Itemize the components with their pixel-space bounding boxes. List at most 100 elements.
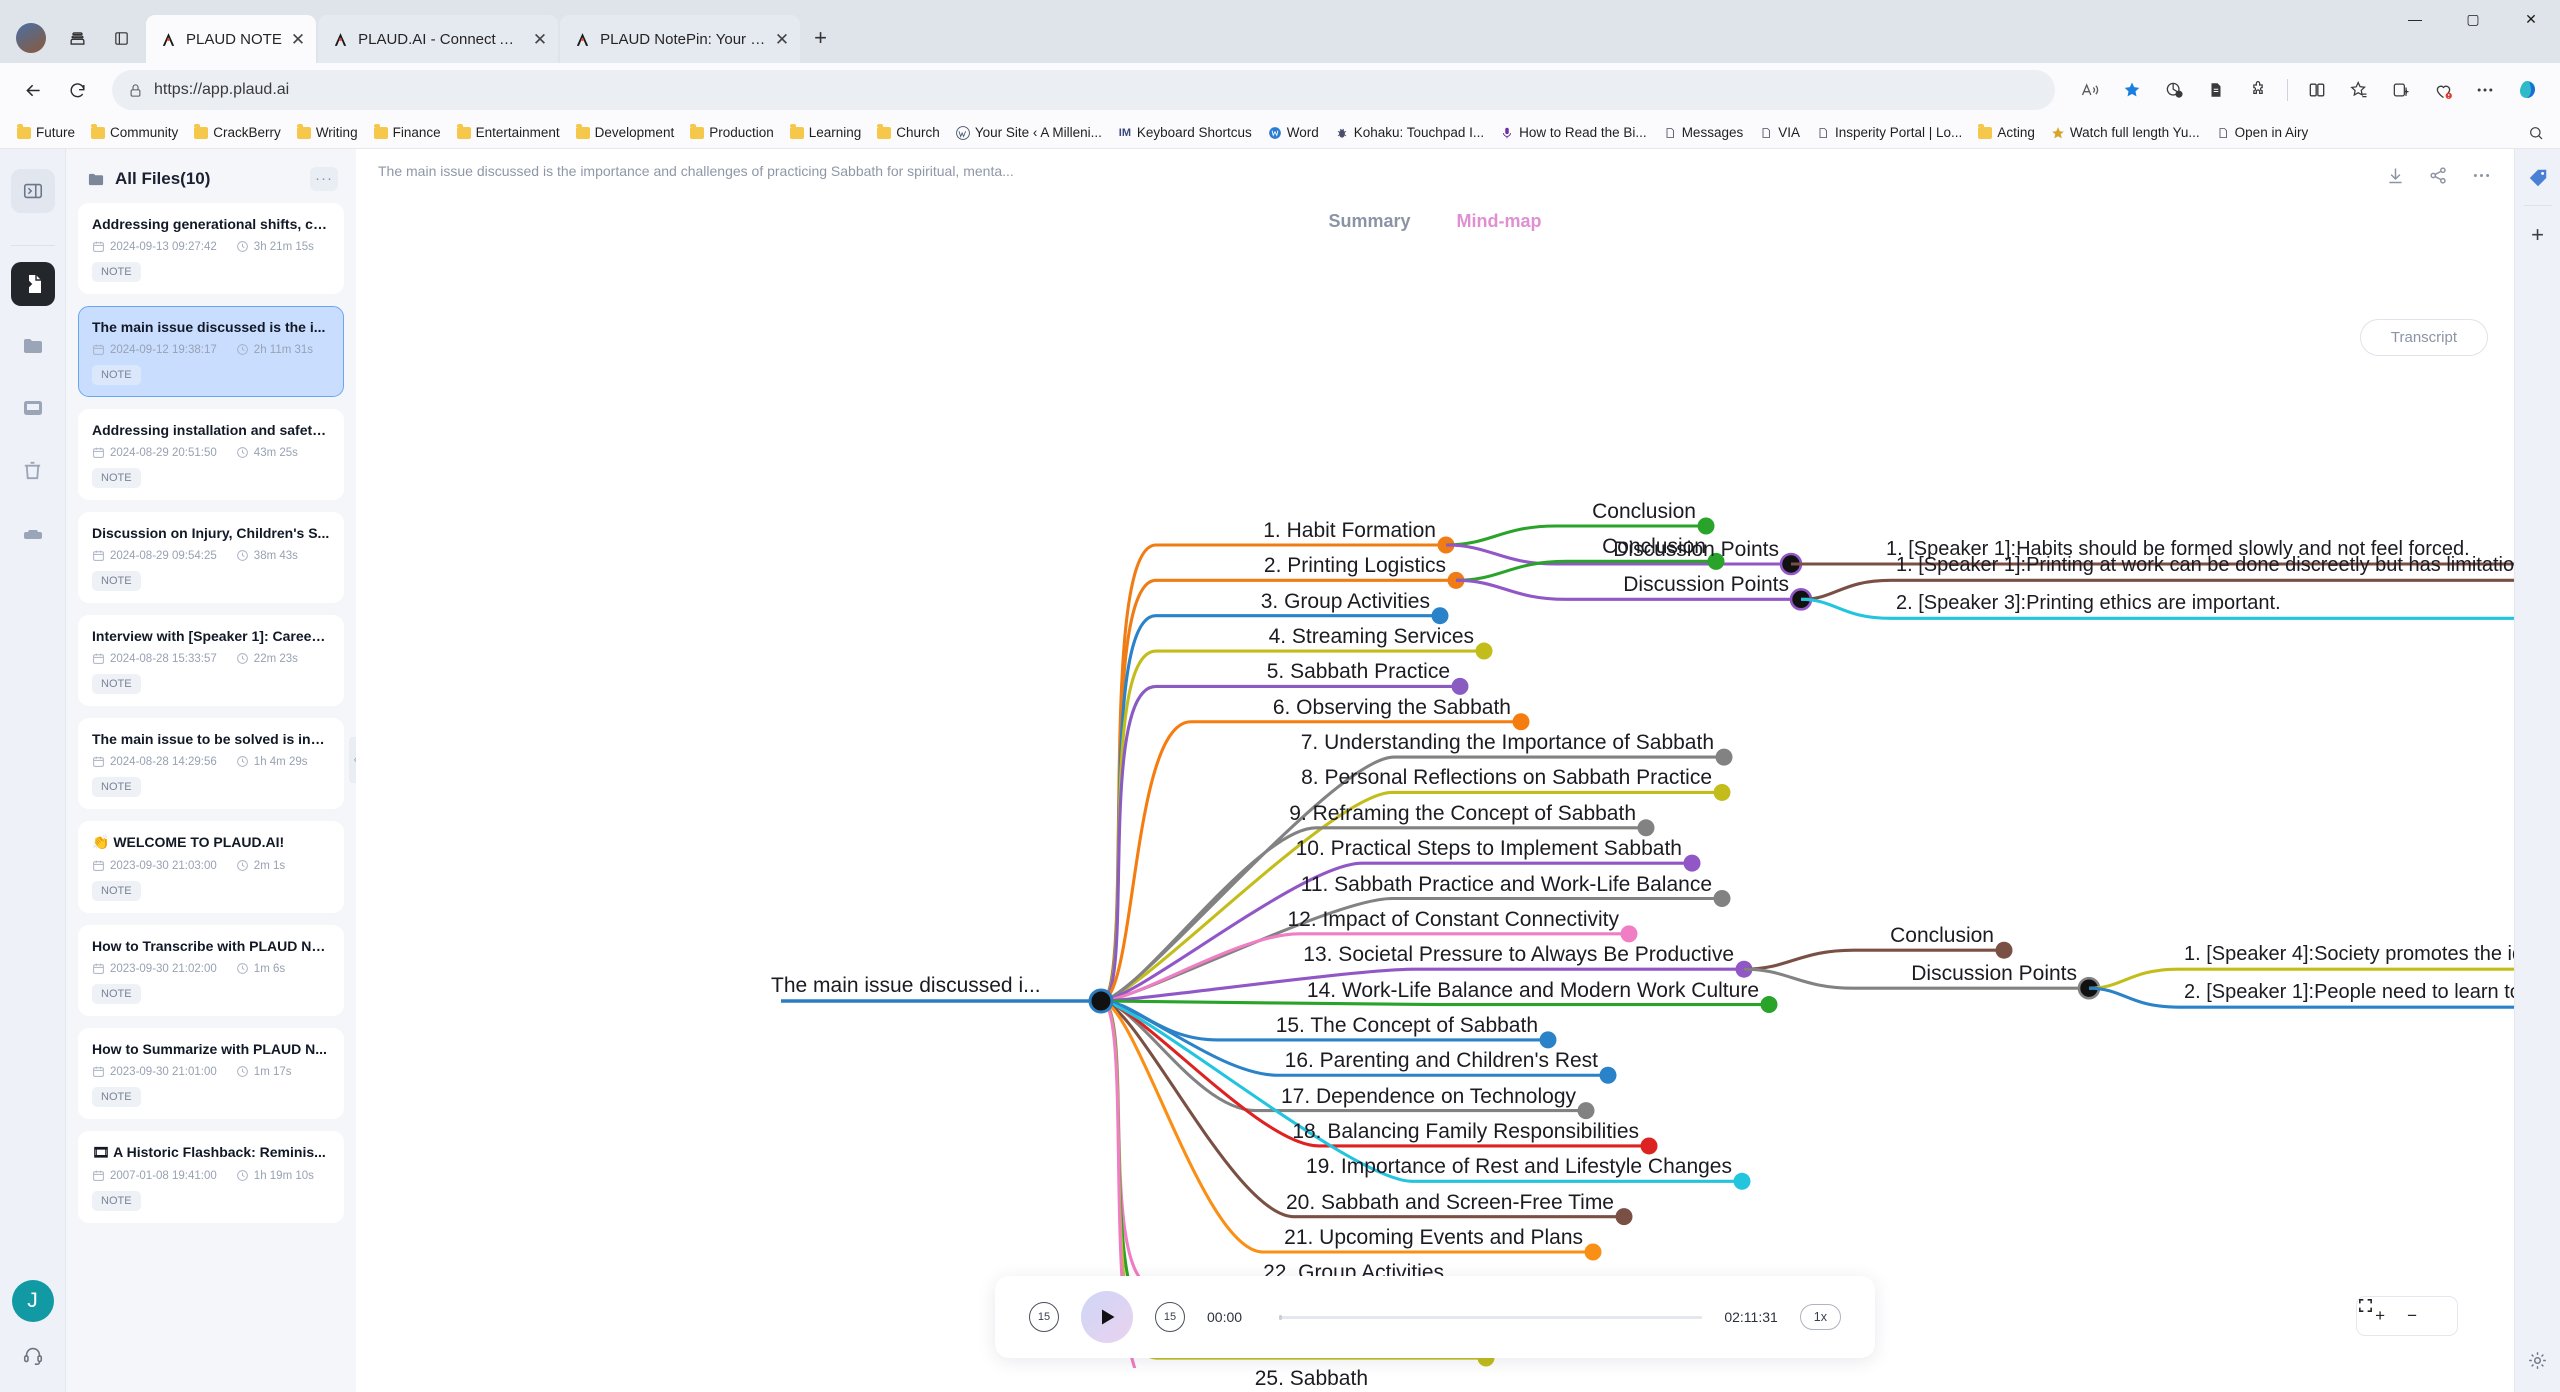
mindmap-branch-label[interactable]: 9. Reframing the Concept of Sabbath (1289, 802, 1636, 826)
mindmap-branch-label[interactable]: 1. Habit Formation (1263, 519, 1436, 543)
more-icon[interactable] (2471, 165, 2492, 191)
mindmap-speaker-point[interactable]: 1. [Speaker 4]:Society promotes the idea… (2184, 943, 2514, 966)
tab-close-icon[interactable]: ✕ (533, 31, 547, 48)
collections-icon[interactable] (2382, 71, 2420, 109)
mindmap-branch-label[interactable]: 16. Parenting and Children's Rest (1285, 1049, 1598, 1073)
browser-essentials-icon[interactable] (2424, 71, 2462, 109)
share-icon[interactable] (2428, 165, 2449, 191)
bookmark-item[interactable]: Acting (1971, 122, 2042, 143)
settings-gear-icon[interactable] (2527, 1350, 2548, 1392)
maximize-button[interactable]: ▢ (2444, 0, 2502, 38)
file-list-item[interactable]: How to Transcribe with PLAUD NO... 2023-… (78, 925, 344, 1016)
sidebar-item-folders[interactable] (11, 324, 55, 368)
rewind-15-button[interactable]: 15 (1029, 1302, 1059, 1332)
profile-avatar-icon[interactable] (16, 23, 46, 53)
sidebar-item-notes[interactable] (10, 262, 55, 306)
add-favorite-icon[interactable] (2340, 71, 2378, 109)
mindmap-branch-label[interactable]: 15. The Concept of Sabbath (1276, 1014, 1538, 1038)
file-list-item[interactable]: The main issue discussed is the i... 202… (78, 306, 344, 397)
tab-collections-icon[interactable] (64, 25, 90, 51)
mindmap-speaker-point[interactable]: 1. [Speaker 1]:Printing at work can be d… (1896, 554, 2514, 577)
panel-toggle-icon[interactable] (10, 169, 55, 213)
tab-close-icon[interactable]: ✕ (775, 31, 789, 48)
bookmark-item[interactable]: Finance (367, 122, 448, 143)
favorite-star-icon[interactable] (2113, 71, 2151, 109)
bookmarks-overflow[interactable] (2528, 125, 2550, 141)
bookmark-item[interactable]: IM Keyboard Shortcus (1111, 122, 1259, 143)
tab-summary[interactable]: Summary (1324, 205, 1414, 238)
settings-more-icon[interactable] (2466, 71, 2504, 109)
sidebar-item-inbox[interactable] (11, 386, 55, 430)
forward-15-button[interactable]: 15 (1155, 1302, 1185, 1332)
blue-tag-icon[interactable] (2527, 167, 2549, 189)
bookmark-item[interactable]: VIA (1752, 122, 1807, 143)
file-list-item[interactable]: 👏 WELCOME TO PLAUD.AI! 2023-09-30 21:03:… (78, 821, 344, 913)
mindmap-conclusion-label[interactable]: Conclusion (1602, 535, 1706, 559)
mindmap-branch-label[interactable]: 17. Dependence on Technology (1281, 1085, 1576, 1109)
zoom-out-button[interactable]: − (2407, 1306, 2417, 1326)
vertical-tabs-icon[interactable] (108, 25, 134, 51)
bookmark-item[interactable]: How to Read the Bi... (1493, 122, 1654, 143)
mindmap-branch-label[interactable]: 25. Sabbath (1255, 1367, 1368, 1391)
bookmark-item[interactable]: Development (569, 122, 682, 143)
new-tab-button[interactable]: + (802, 25, 839, 63)
zoom-in-button[interactable]: + (2375, 1306, 2385, 1326)
playback-speed-button[interactable]: 1x (1799, 1304, 1841, 1330)
bookmark-item[interactable]: Kohaku: Touchpad I... (1328, 122, 1491, 143)
mindmap-branch-label[interactable]: 12. Impact of Constant Connectivity (1288, 908, 1620, 932)
extensions-icon[interactable] (2239, 71, 2277, 109)
bookmark-item[interactable]: Messages (1656, 122, 1751, 143)
file-list-item[interactable]: Addressing installation and safety... 20… (78, 409, 344, 500)
mindmap-discussion-label[interactable]: Discussion Points (1911, 962, 2077, 986)
reload-icon[interactable] (58, 71, 96, 109)
mindmap-branch-label[interactable]: 18. Balancing Family Responsibilities (1292, 1120, 1639, 1144)
collections-doc-icon[interactable] (2197, 71, 2235, 109)
mindmap-speaker-point[interactable]: 2. [Speaker 1]:People need to learn to s… (2184, 981, 2514, 1004)
tab-mindmap[interactable]: Mind-map (1453, 205, 1546, 238)
headset-icon[interactable] (22, 1344, 44, 1366)
mindmap-branch-label[interactable]: 7. Understanding the Importance of Sabba… (1301, 731, 1714, 755)
file-list-item[interactable]: Discussion on Injury, Children's S... 20… (78, 512, 344, 603)
mindmap-branch-label[interactable]: 2. Printing Logistics (1264, 554, 1446, 578)
bookmark-item[interactable]: Future (10, 122, 82, 143)
bookmark-item[interactable]: Entertainment (450, 122, 567, 143)
bookmark-item[interactable]: Insperity Portal | Lo... (1809, 122, 1969, 143)
tracking-shield-icon[interactable] (2155, 71, 2193, 109)
file-list-more-button[interactable]: ··· (310, 167, 338, 191)
bookmark-item[interactable]: Community (84, 122, 185, 143)
bookmark-item[interactable]: Open in Airy (2209, 122, 2316, 143)
file-list-item[interactable]: The main issue to be solved is inc... 20… (78, 718, 344, 809)
copilot-icon[interactable] (2508, 71, 2546, 109)
back-arrow-icon[interactable] (14, 71, 52, 109)
bookmark-item[interactable]: Learning (783, 122, 869, 143)
seek-bar[interactable] (1279, 1314, 1703, 1320)
address-bar[interactable]: https://app.plaud.ai (112, 70, 2055, 110)
sidebar-item-trash[interactable] (11, 448, 55, 492)
file-list-item[interactable]: How to Summarize with PLAUD N... 2023-09… (78, 1028, 344, 1119)
bookmark-item[interactable]: CrackBerry (187, 122, 288, 143)
bookmark-item[interactable]: Watch full length Yu... (2044, 122, 2207, 143)
mindmap-speaker-point[interactable]: 2. [Speaker 3]:Printing ethics are impor… (1896, 592, 2281, 615)
mindmap-conclusion-label[interactable]: Conclusion (1592, 500, 1696, 524)
close-button[interactable]: ✕ (2502, 0, 2560, 38)
browser-tab-0[interactable]: PLAUD NOTE ✕ (146, 15, 317, 63)
file-list-item[interactable]: 🎞 A Historic Flashback: Reminis... 2007-… (78, 1131, 344, 1223)
mindmap-canvas[interactable]: 1. Habit Formation 2. Printing Logistics 3… (356, 238, 2514, 1392)
mindmap-branch-label[interactable]: 19. Importance of Rest and Lifestyle Cha… (1306, 1155, 1732, 1179)
mindmap-branch-label[interactable]: 20. Sabbath and Screen-Free Time (1286, 1191, 1614, 1215)
mindmap-branch-label[interactable]: 6. Observing the Sabbath (1273, 696, 1511, 720)
sidebar-item-archive[interactable] (11, 510, 55, 554)
download-icon[interactable] (2385, 165, 2406, 191)
mindmap-branch-label[interactable]: 11. Sabbath Practice and Work-Life Balan… (1301, 873, 1712, 897)
bookmark-item[interactable]: Writing (290, 122, 365, 143)
bookmark-item[interactable]: Production (683, 122, 781, 143)
play-button[interactable] (1081, 1291, 1133, 1343)
minimize-button[interactable]: — (2386, 0, 2444, 38)
bookmark-item[interactable]: Your Site ‹ A Milleni... (949, 122, 1109, 143)
bookmark-item[interactable]: Word (1261, 122, 1326, 143)
add-button[interactable]: + (2531, 222, 2544, 248)
mindmap-branch-label[interactable]: 10. Practical Steps to Implement Sabbath (1296, 837, 1682, 861)
tab-close-icon[interactable]: ✕ (291, 31, 305, 48)
user-avatar[interactable]: J (11, 1280, 54, 1322)
browser-tab-1[interactable]: PLAUD.AI - Connect AI with Real L ✕ (318, 15, 559, 63)
